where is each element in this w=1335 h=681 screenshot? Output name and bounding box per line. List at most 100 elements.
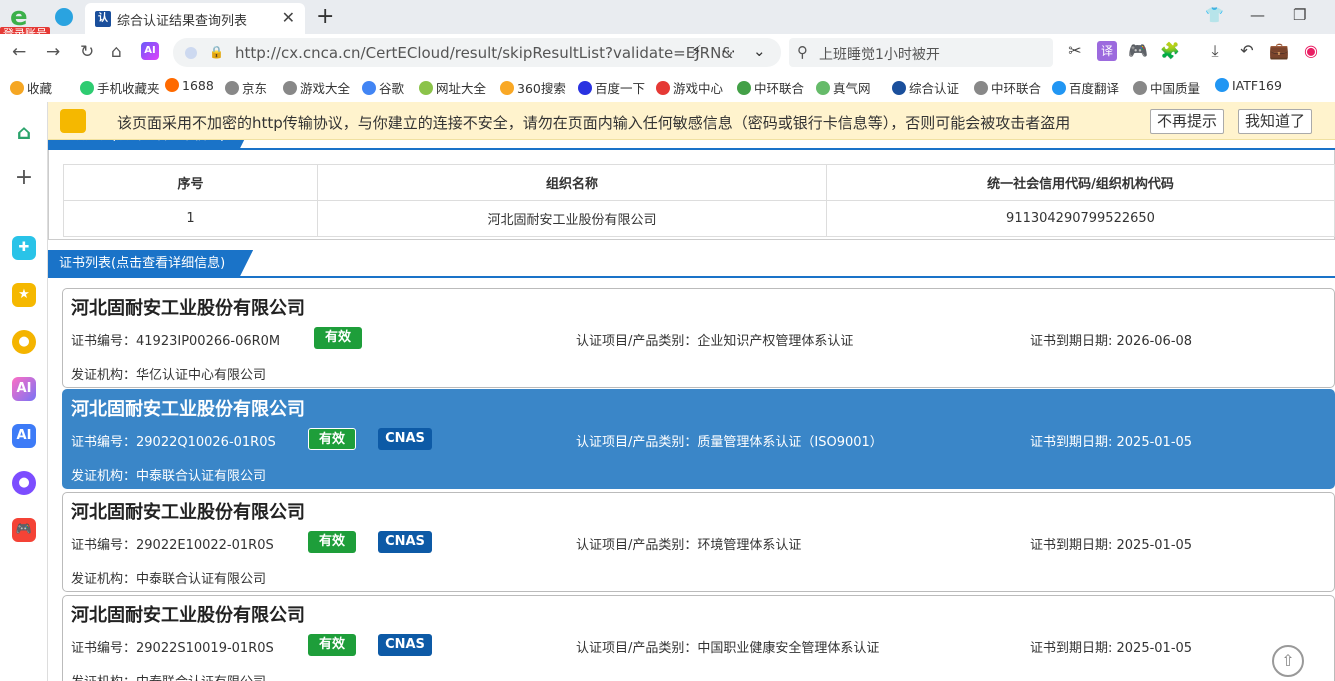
extensions-icon[interactable]: 🧩 [1160, 41, 1180, 61]
bookmark-item[interactable]: 网址大全 [419, 78, 486, 97]
got-it-button[interactable]: 我知道了 [1238, 109, 1313, 134]
sidebar-chat-icon[interactable]: ● [12, 471, 36, 495]
close-tab-icon[interactable]: ✕ [282, 8, 295, 27]
address-bar[interactable]: 🔒 http://cx.cnca.cn/CertECloud/result/sk… [173, 38, 781, 67]
sidebar-star-icon[interactable]: ★ [12, 283, 36, 307]
home-icon[interactable]: ⌂ [111, 42, 122, 62]
org-section-title: 组织列表(点击查看证书信息) [48, 140, 253, 150]
status-badge: 有效 [308, 634, 356, 656]
cert-section-title: 证书列表(点击查看详细信息) [48, 250, 253, 278]
tab-favicon-icon: 认 [95, 11, 111, 27]
sidebar-ai-icon[interactable]: AI [12, 377, 36, 401]
page-content: 组织列表(点击查看证书信息) 序号 组织名称 统一社会信用代码/组织机构代码 1… [48, 140, 1335, 681]
bookmark-icon [419, 81, 433, 95]
undo-icon[interactable]: ↶ [1237, 41, 1257, 61]
navigation-bar: ← → ↻ ⌂ AI 🔒 http://cx.cnca.cn/CertEClou… [0, 34, 1335, 72]
bookmark-icon [892, 81, 906, 95]
new-tab-button[interactable]: + [316, 4, 334, 29]
scroll-to-top-button[interactable]: ⇧ [1272, 645, 1304, 677]
bookmark-label: 京东 [242, 81, 268, 96]
cert-card[interactable]: 河北固耐安工业股份有限公司 证书编号：29022S10019-01R0S 有效 CNA… [62, 595, 1335, 681]
bookmark-item[interactable]: 百度翻译 [1052, 78, 1119, 97]
table-row[interactable]: 1 河北固耐安工业股份有限公司 911304290799522650 [63, 200, 1335, 237]
warning-icon [60, 109, 86, 133]
bookmark-item[interactable]: 京东 [225, 78, 267, 97]
cert-issuer: 发证机构：华亿认证中心有限公司 [71, 368, 267, 383]
bookmark-item[interactable]: 手机收藏夹 [80, 78, 160, 97]
cert-issuer: 发证机构：中泰联合认证有限公司 [71, 469, 267, 484]
bookmark-icon [1133, 81, 1147, 95]
cnas-badge: CNAS [378, 531, 432, 553]
bookmark-item[interactable]: 360搜索 [500, 78, 566, 97]
back-icon[interactable]: ← [12, 42, 26, 62]
bookmark-item[interactable]: 中环联合 [974, 78, 1041, 97]
bookmark-label: 中环联合 [991, 81, 1042, 96]
cert-card[interactable]: 河北固耐安工业股份有限公司 证书编号：29022E10022-01R0S 有效 CNA… [62, 492, 1335, 592]
bookmark-label: 谷歌 [379, 81, 405, 96]
cert-item: 认证项目/产品类别：环境管理体系认证 [576, 538, 802, 553]
minimize-icon[interactable]: — [1250, 6, 1265, 24]
bookmark-item[interactable]: 中环联合 [737, 78, 804, 97]
bookmark-label: IATF169 [1232, 78, 1282, 93]
chrome-style-icon[interactable]: ◉ [1301, 41, 1321, 61]
cert-expiry: 证书到期日期: 2026-06-08 [1030, 334, 1193, 349]
bookmark-item[interactable]: 1688 [165, 78, 214, 93]
row-credit-code: 911304290799522650 [826, 200, 1335, 237]
bookmark-label: 综合认证 [909, 81, 960, 96]
ai-assistant-icon[interactable]: AI [141, 42, 159, 60]
more-icon[interactable]: ⋯ [721, 42, 736, 60]
sidebar-add-icon[interactable]: + [12, 166, 36, 190]
cert-card[interactable]: 河北固耐安工业股份有限公司 证书编号：29022Q10026-01R0S 有效 CNA… [62, 389, 1335, 489]
bookmark-label: 手机收藏夹 [97, 81, 160, 96]
cert-section-header: 证书列表(点击查看详细信息) [48, 250, 1335, 278]
bolt-icon[interactable]: ⚡ [691, 42, 702, 60]
warning-text: 该页面采用不加密的http传输协议，与你建立的连接不安全，请勿在页面内输入任何敏… [117, 114, 1071, 132]
game-icon[interactable]: 🎮 [1128, 41, 1148, 61]
sidebar-robot-icon[interactable]: ● [12, 330, 36, 354]
col-org-name: 组织名称 [317, 164, 827, 201]
sidebar-app1-icon[interactable]: ✚ [12, 236, 36, 260]
forward-icon[interactable]: → [46, 42, 60, 62]
bookmark-item[interactable]: 真气网 [816, 78, 871, 97]
bookmark-item[interactable]: 综合认证 [892, 78, 959, 97]
sidebar-home-icon[interactable]: ⌂ [12, 120, 36, 144]
bookmark-icon [737, 81, 751, 95]
bookmark-item[interactable]: 游戏大全 [283, 78, 350, 97]
bookmark-label: 收藏 [27, 81, 53, 96]
chevron-down-icon[interactable]: ⌄ [753, 42, 766, 60]
scissors-icon[interactable]: ✂ [1065, 41, 1085, 61]
bookmark-item[interactable]: 中国质量 [1133, 78, 1200, 97]
bookmark-item[interactable]: 收藏 [10, 78, 52, 97]
cert-item: 认证项目/产品类别：企业知识产权管理体系认证 [576, 334, 854, 349]
bookmarks-bar: 收藏 手机收藏夹 1688 京东 游戏大全 谷歌 网址大全 360搜索 百度一下 游戏中心 中环联合… [0, 72, 1335, 102]
active-tab[interactable]: 认 综合认证结果查询列表 ✕ [85, 3, 305, 34]
reload-icon[interactable]: ↻ [80, 42, 94, 62]
bookmark-item[interactable]: 游戏中心 [656, 78, 723, 97]
bookmark-item[interactable]: 谷歌 [362, 78, 404, 97]
restore-icon[interactable]: ❐ [1293, 6, 1306, 24]
site-info-icon[interactable] [185, 47, 197, 59]
search-box[interactable]: ⚲ 上班睡觉1小时被开 [789, 38, 1053, 67]
briefcase-icon[interactable]: 💼 [1269, 41, 1289, 61]
bookmark-label: 游戏大全 [300, 81, 351, 96]
dont-show-button[interactable]: 不再提示 [1150, 109, 1225, 134]
security-warning-bar: 该页面采用不加密的http传输协议，与你建立的连接不安全，请勿在页面内输入任何敏… [48, 102, 1335, 140]
bookmark-label: 中国质量 [1150, 81, 1201, 96]
shirt-icon[interactable]: 👕 [1205, 6, 1224, 24]
cert-number: 证书编号：29022S10019-01R0S [71, 641, 274, 656]
url-text[interactable]: http://cx.cnca.cn/CertECloud/result/skip… [235, 44, 733, 62]
translate-icon[interactable]: 译 [1097, 41, 1117, 61]
sidebar-ai2-icon[interactable]: AI [12, 424, 36, 448]
tab-title: 综合认证结果查询列表 [117, 14, 248, 29]
download-icon[interactable]: ⤓ [1205, 41, 1225, 61]
telegram-icon[interactable] [55, 8, 73, 26]
cert-card[interactable]: 河北固耐安工业股份有限公司 证书编号：41923IP00266-06R0M 有效 认证… [62, 288, 1335, 388]
bookmark-icon [283, 81, 297, 95]
bookmark-item[interactable]: 百度一下 [578, 78, 645, 97]
bookmark-item[interactable]: IATF169 [1215, 78, 1282, 93]
search-text[interactable]: 上班睡觉1小时被开 [819, 44, 940, 64]
sidebar-game-icon[interactable]: 🎮 [12, 518, 36, 542]
bookmark-label: 百度一下 [595, 81, 646, 96]
browser-logo-icon[interactable]: e [6, 3, 36, 29]
cnas-badge: CNAS [378, 428, 432, 450]
